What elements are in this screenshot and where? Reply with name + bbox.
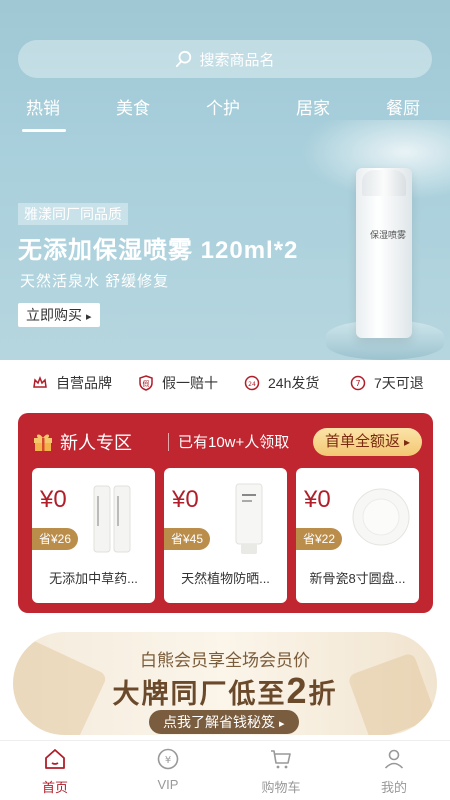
product-price: ¥0 xyxy=(304,486,331,513)
nav-home[interactable]: 首页 xyxy=(15,747,95,796)
service-label: 24h发货 xyxy=(268,375,320,391)
member-promo-text: 大牌同厂低至2折 xyxy=(13,670,437,712)
cart-icon xyxy=(271,750,291,769)
nav-label: 我的 xyxy=(380,780,407,795)
service-item-own-brand: 自营品牌 xyxy=(32,373,112,393)
new-user-title: 新人专区 xyxy=(60,433,132,453)
promo-prefix: 大牌同厂低至 xyxy=(112,679,287,709)
nav-label: 购物车 xyxy=(261,780,301,795)
sunscreen-tube-image xyxy=(235,483,263,554)
tab-personal-care[interactable]: 个护 xyxy=(206,94,240,119)
bottle-label: 保湿喷雾 xyxy=(370,230,407,240)
tab-home[interactable]: 居家 xyxy=(296,94,330,119)
product-name: 天然植物防晒... xyxy=(181,571,270,586)
product-price: ¥0 xyxy=(172,486,199,513)
service-item-return: 7 7天可退 xyxy=(350,373,424,393)
svg-text:假: 假 xyxy=(143,379,150,388)
savings-badge: 省¥22 xyxy=(296,528,343,550)
herbal-tubes-image xyxy=(93,485,131,553)
tab-kitchen[interactable]: 餐厨 xyxy=(386,94,420,119)
bone-china-plate-image xyxy=(352,488,410,546)
user-icon xyxy=(384,749,404,769)
new-user-product-card[interactable]: ¥0 省¥22 新骨瓷8寸圆盘... xyxy=(296,468,419,603)
vip-coin-icon: ¥ xyxy=(157,748,179,770)
service-item-guarantee: 假 假一赔十 xyxy=(138,373,218,393)
nav-label: 首页 xyxy=(41,780,68,795)
service-label: 自营品牌 xyxy=(56,375,112,391)
tab-hot[interactable]: 热销 xyxy=(26,94,60,119)
search-bar[interactable]: 搜索商品名 xyxy=(18,40,432,78)
new-user-subtitle: 已有10w+人领取 xyxy=(178,434,290,451)
service-label: 假一赔十 xyxy=(162,375,218,391)
crown-icon xyxy=(33,375,47,388)
search-icon xyxy=(176,50,192,68)
hero-tag: 雅漾同厂同品质 xyxy=(18,203,128,225)
first-order-refund-button[interactable]: 首单全额返 xyxy=(313,428,423,456)
new-user-zone[interactable]: 新人专区 已有10w+人领取 首单全额返 ¥0 省¥26 无添加中草药... ¥… xyxy=(18,413,433,613)
tab-food[interactable]: 美食 xyxy=(116,94,150,119)
savings-badge: 省¥26 xyxy=(32,528,79,550)
svg-text:24: 24 xyxy=(248,381,256,388)
savings-badge: 省¥45 xyxy=(164,528,211,550)
spray-bottle-cap xyxy=(362,170,406,196)
promo-suffix: 折 xyxy=(308,679,338,709)
hero-title: 无添加保湿喷雾 120ml*2 xyxy=(18,237,299,264)
shield-icon: 假 xyxy=(139,375,153,391)
nav-label: VIP xyxy=(157,777,179,792)
gift-icon xyxy=(34,434,52,451)
nav-vip[interactable]: ¥ VIP xyxy=(128,747,208,792)
member-banner[interactable]: 白熊会员享全场会员价 大牌同厂低至2折 点我了解省钱秘笈 xyxy=(13,632,437,735)
service-item-shipping: 24 24h发货 xyxy=(244,373,319,393)
bottom-navigation: 首页 ¥ VIP 购物车 我的 xyxy=(0,740,450,800)
service-label: 7天可退 xyxy=(374,375,424,391)
product-price: ¥0 xyxy=(40,486,67,513)
service-guarantees: 自营品牌 假 假一赔十 24 24h发货 7 7天可退 xyxy=(0,368,450,398)
home-icon xyxy=(45,749,65,769)
hero-subtitle: 天然活泉水 舒缓修复 xyxy=(20,273,170,290)
hero-banner[interactable]: 搜索商品名 热销 美食 个护 居家 餐厨 保湿喷雾 雅漾同厂同品质 无添加保湿喷… xyxy=(0,0,450,360)
divider xyxy=(168,433,169,451)
return-icon: 7 xyxy=(350,375,366,391)
new-user-product-card[interactable]: ¥0 省¥45 天然植物防晒... xyxy=(164,468,287,603)
clock-icon: 24 xyxy=(244,375,260,391)
search-placeholder: 搜索商品名 xyxy=(199,51,275,69)
product-name: 新骨瓷8寸圆盘... xyxy=(309,571,406,586)
nav-cart[interactable]: 购物车 xyxy=(241,747,321,796)
active-tab-indicator xyxy=(22,129,66,132)
buy-now-button[interactable]: 立即购买 xyxy=(18,303,100,327)
nav-profile[interactable]: 我的 xyxy=(354,747,434,796)
member-headline: 白熊会员享全场会员价 xyxy=(140,651,310,670)
svg-text:7: 7 xyxy=(355,379,360,388)
learn-savings-button[interactable]: 点我了解省钱秘笈 xyxy=(149,710,299,734)
svg-text:¥: ¥ xyxy=(165,755,171,766)
new-user-product-card[interactable]: ¥0 省¥26 无添加中草药... xyxy=(32,468,155,603)
promo-number: 2 xyxy=(286,670,309,711)
product-name: 无添加中草药... xyxy=(49,571,138,586)
